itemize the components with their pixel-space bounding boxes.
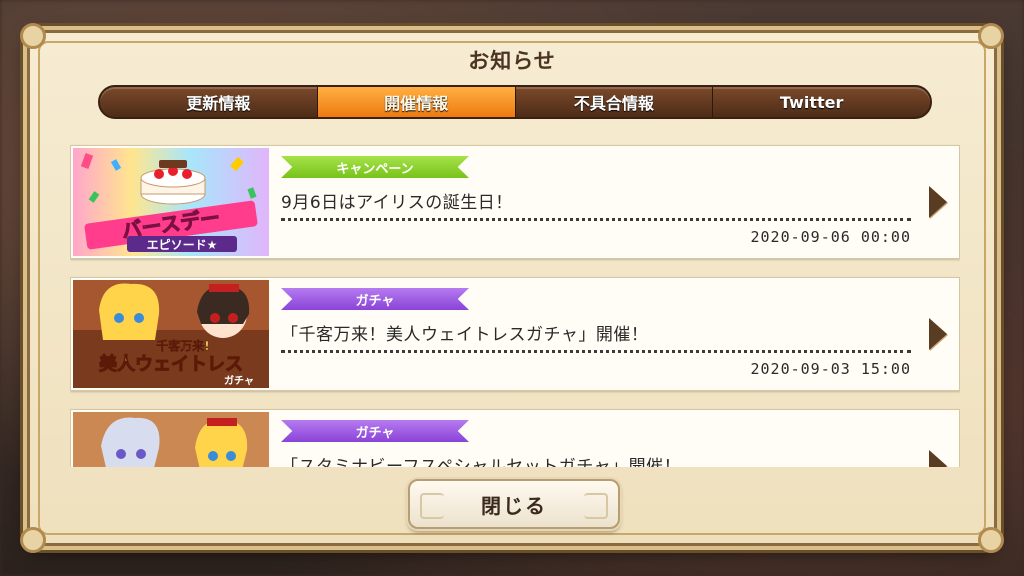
tab-twitter[interactable]: Twitter — [712, 87, 910, 117]
notice-dialog: お知らせ 更新情報 開催情報 不具合情報 Twitter バースデー エピソード… — [20, 23, 1004, 553]
banner-text: ガチャ — [224, 374, 254, 387]
notice-date: 2020-09-03 15:00 — [750, 360, 911, 378]
notice-list[interactable]: バースデー エピソード★ キャンペーン 9月6日はアイリスの誕生日！ 2020-… — [70, 129, 960, 467]
notice-title: 「千客万来！美人ウェイトレスガチャ」開催！ — [281, 325, 649, 345]
birthday-episode-banner: バースデー エピソード★ — [73, 148, 269, 256]
notice-title: 「スタミナビーフスペシャルセットガチャ」開催！ — [281, 457, 682, 467]
waitress-gacha-banner: 千客万来! 美人ウェイトレス ガチャ — [73, 280, 269, 388]
banner-text: 美人ウェイトレス — [99, 353, 243, 375]
banner-text: エピソード★ — [147, 238, 218, 252]
tab-bugs[interactable]: 不具合情報 — [514, 87, 713, 117]
frame-corner-ornament — [20, 527, 46, 553]
notice-date: 2020-09-06 00:00 — [750, 228, 911, 246]
notice-card[interactable]: ガチャ 「スタミナビーフスペシャルセットガチャ」開催！ — [70, 409, 960, 467]
close-button[interactable]: 閉じる — [408, 479, 620, 529]
dotted-divider — [281, 218, 911, 221]
dotted-divider — [281, 350, 911, 353]
notice-card[interactable]: 千客万来! 美人ウェイトレス ガチャ ガチャ 「千客万来！美人ウェイトレスガチャ… — [70, 277, 960, 391]
notice-card[interactable]: バースデー エピソード★ キャンペーン 9月6日はアイリスの誕生日！ 2020-… — [70, 145, 960, 259]
frame-corner-ornament — [978, 527, 1004, 553]
tab-updates[interactable]: 更新情報 — [120, 87, 317, 117]
chevron-right-icon[interactable] — [929, 450, 947, 467]
notice-title: 9月6日はアイリスの誕生日！ — [281, 193, 513, 213]
category-tag: ガチャ — [281, 288, 469, 310]
tab-bar: 更新情報 開催情報 不具合情報 Twitter — [98, 85, 932, 119]
chevron-right-icon[interactable] — [929, 318, 947, 350]
category-tag: ガチャ — [281, 420, 469, 442]
category-tag: キャンペーン — [281, 156, 469, 178]
dialog-title: お知らせ — [468, 49, 556, 73]
chevron-right-icon[interactable] — [929, 186, 947, 218]
banner-text: 千客万来! — [156, 338, 209, 353]
beef-gacha-banner — [73, 412, 269, 467]
tab-events[interactable]: 開催情報 — [316, 87, 515, 117]
